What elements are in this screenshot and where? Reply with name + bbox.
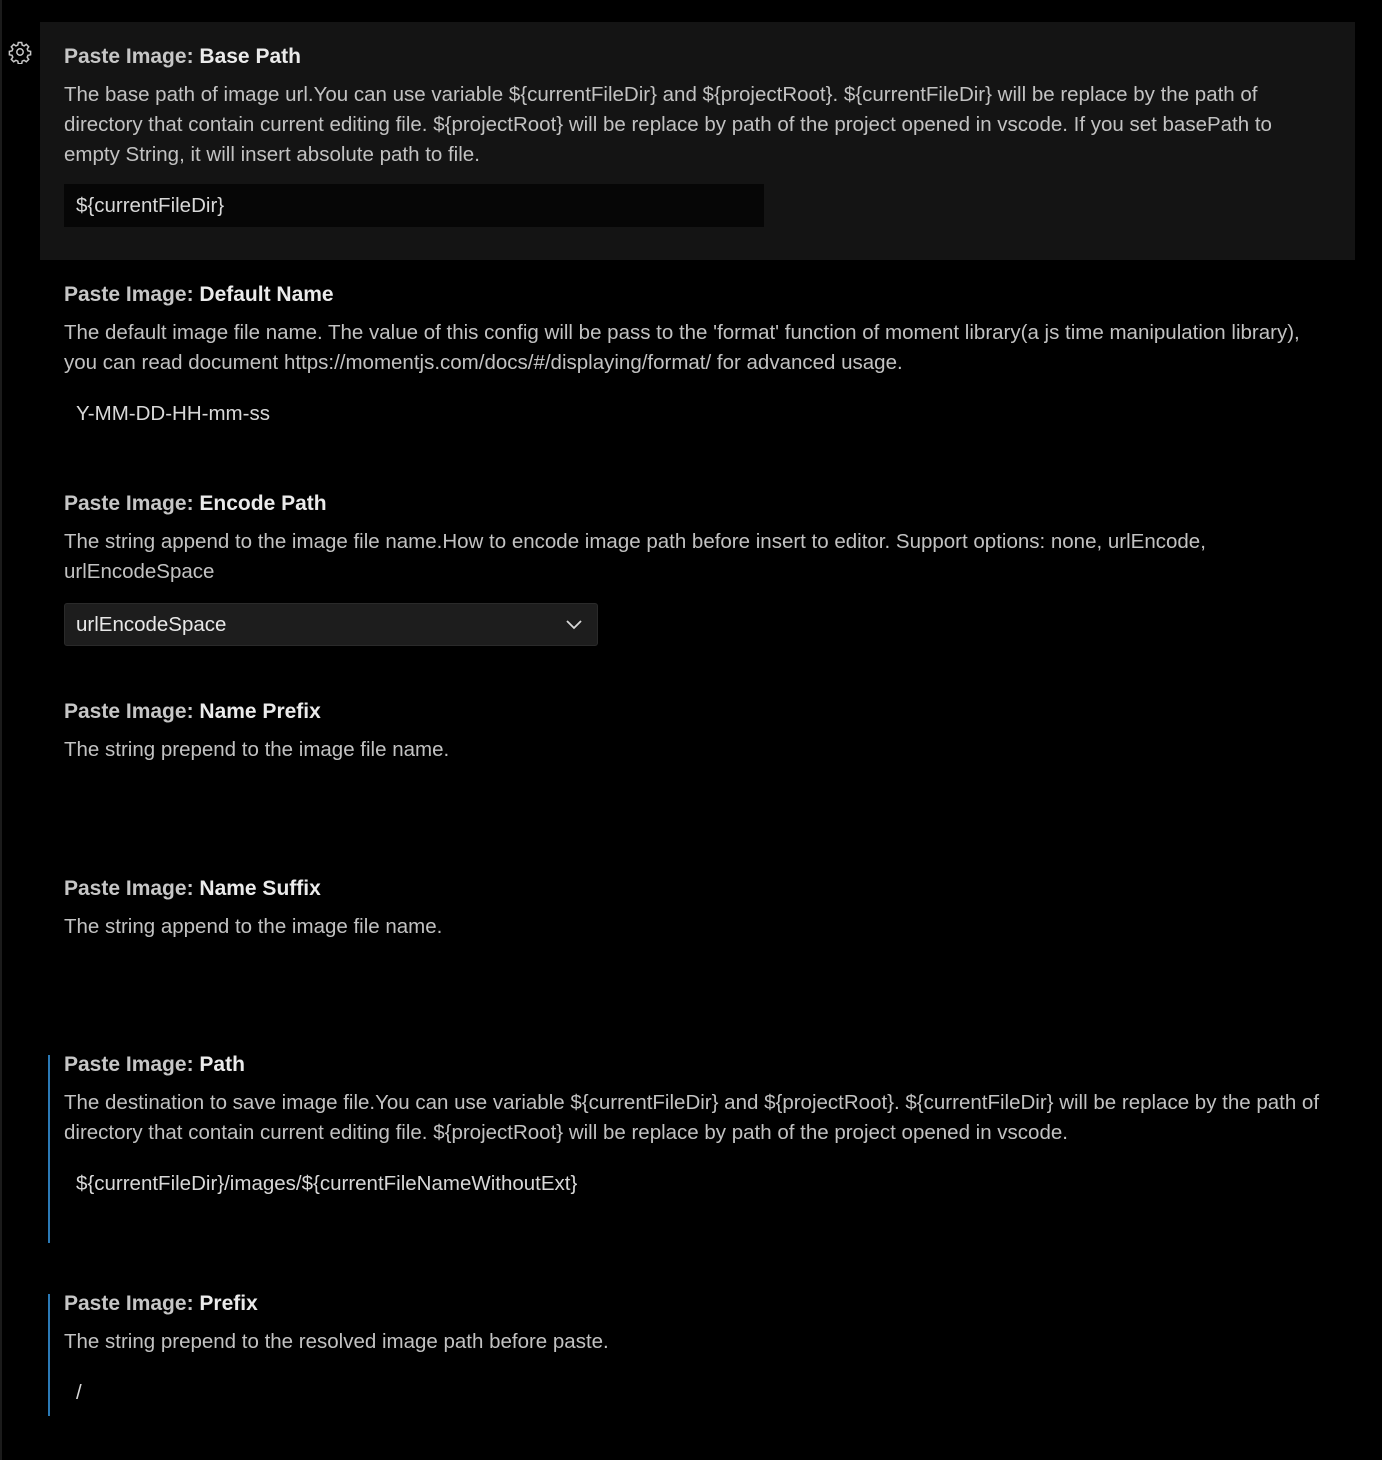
setting-name: Base Path bbox=[199, 45, 301, 68]
prefix-input[interactable]: / bbox=[64, 1371, 764, 1414]
setting-prefix[interactable]: Paste Image: Prefix The string prepend t… bbox=[40, 1289, 1355, 1419]
setting-category: Paste Image: bbox=[64, 492, 200, 515]
modified-indicator bbox=[48, 1055, 50, 1243]
setting-description: The string append to the image file name… bbox=[64, 915, 443, 938]
default-name-input[interactable]: Y-MM-DD-HH-mm-ss bbox=[64, 392, 764, 435]
gear-icon[interactable] bbox=[8, 40, 32, 64]
setting-name-suffix[interactable]: Paste Image: Name Suffix The string appe… bbox=[40, 874, 1355, 1014]
base-path-input[interactable]: ${currentFileDir} bbox=[64, 184, 764, 227]
setting-title: Paste Image: Prefix bbox=[64, 1289, 1325, 1319]
setting-description: The destination to save image file.You c… bbox=[64, 1091, 1320, 1144]
setting-category: Paste Image: bbox=[64, 877, 200, 900]
setting-name: Prefix bbox=[199, 1292, 258, 1315]
setting-title: Paste Image: Path bbox=[64, 1050, 1325, 1080]
setting-category: Paste Image: bbox=[64, 1292, 200, 1315]
setting-name: Path bbox=[199, 1053, 245, 1076]
setting-name: Name Suffix bbox=[199, 877, 321, 900]
name-prefix-input[interactable] bbox=[64, 779, 764, 822]
setting-title: Paste Image: Encode Path bbox=[64, 489, 1325, 519]
setting-base-path[interactable]: Paste Image: Base Path The base path of … bbox=[8, 22, 1355, 260]
setting-title: Paste Image: Name Suffix bbox=[64, 874, 1325, 904]
setting-default-name[interactable]: Paste Image: Default Name The default im… bbox=[40, 280, 1355, 450]
setting-name: Encode Path bbox=[199, 492, 327, 515]
chevron-down-icon bbox=[566, 620, 582, 630]
setting-title: Paste Image: Base Path bbox=[64, 42, 1325, 72]
setting-description: The string prepend to the image file nam… bbox=[64, 738, 450, 761]
setting-name: Name Prefix bbox=[199, 700, 321, 723]
setting-category: Paste Image: bbox=[64, 283, 200, 306]
setting-title: Paste Image: Default Name bbox=[64, 280, 1325, 310]
modified-indicator bbox=[48, 1294, 50, 1416]
name-suffix-input[interactable] bbox=[64, 956, 764, 999]
setting-category: Paste Image: bbox=[64, 1053, 200, 1076]
editor-left-border bbox=[0, 0, 2, 1460]
encode-path-dropdown[interactable]: urlEncodeSpace bbox=[64, 603, 598, 646]
setting-name: Default Name bbox=[199, 283, 334, 306]
setting-description: The string prepend to the resolved image… bbox=[64, 1330, 609, 1353]
setting-description: The string append to the image file name… bbox=[64, 530, 1206, 583]
setting-category: Paste Image: bbox=[64, 700, 200, 723]
setting-description: The base path of image url.You can use v… bbox=[64, 83, 1272, 166]
path-input[interactable]: ${currentFileDir}/images/${currentFileNa… bbox=[64, 1162, 764, 1205]
setting-path[interactable]: Paste Image: Path The destination to sav… bbox=[40, 1050, 1355, 1243]
encode-path-selected-value: urlEncodeSpace bbox=[76, 613, 227, 636]
setting-encode-path[interactable]: Paste Image: Encode Path The string appe… bbox=[40, 489, 1355, 659]
setting-title: Paste Image: Name Prefix bbox=[64, 697, 1325, 727]
setting-category: Paste Image: bbox=[64, 45, 200, 68]
settings-editor: Paste Image: Base Path The base path of … bbox=[0, 0, 1382, 1460]
setting-description: The default image file name. The value o… bbox=[64, 321, 1300, 374]
setting-name-prefix[interactable]: Paste Image: Name Prefix The string prep… bbox=[40, 697, 1355, 837]
